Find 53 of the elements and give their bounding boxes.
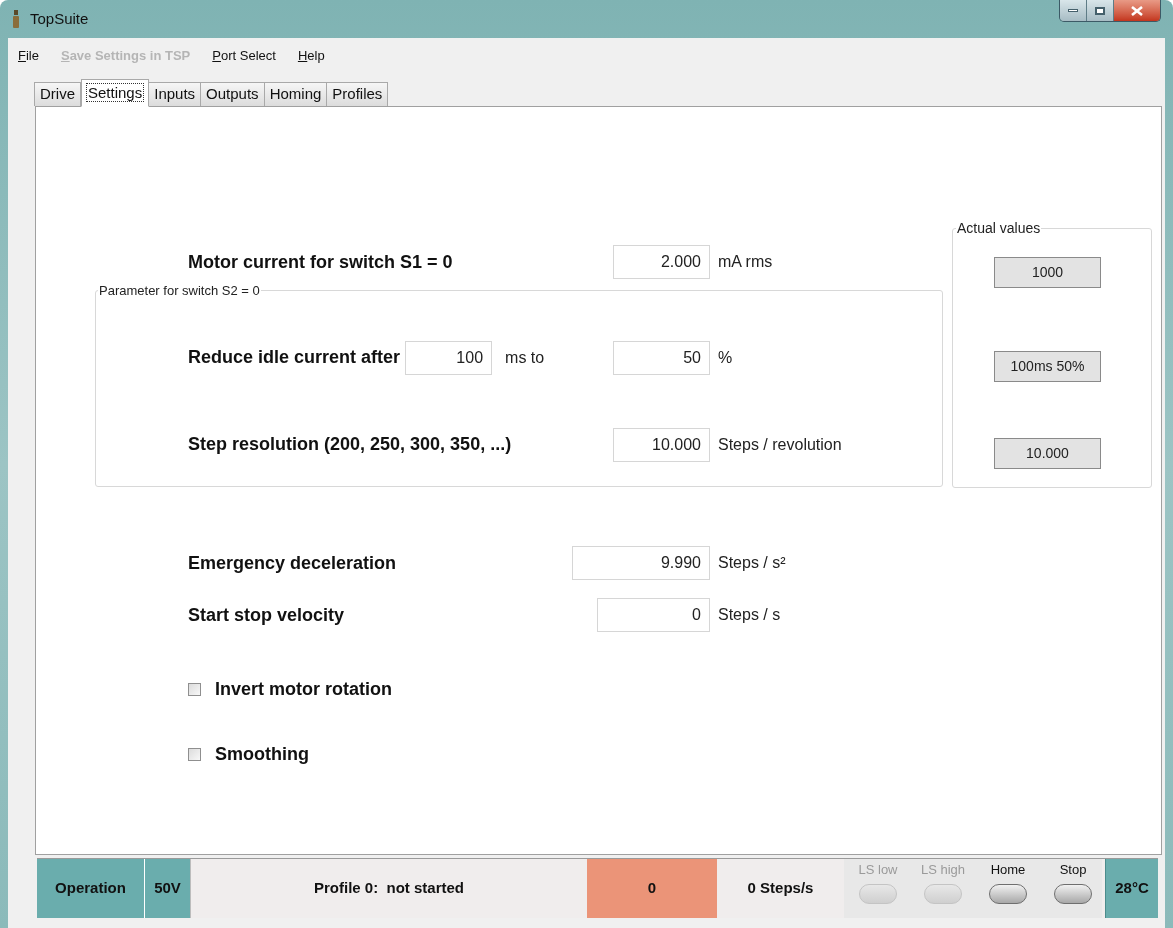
window-title: TopSuite [30, 8, 89, 29]
tab[interactable]: Outputs [200, 82, 265, 106]
value-field[interactable]: 9.990 [572, 546, 710, 580]
value-field[interactable]: 10.000 [613, 427, 710, 462]
tab[interactable]: Homing [263, 82, 328, 106]
unit-label: Steps / revolution [718, 434, 842, 455]
indicator-button[interactable] [1054, 883, 1092, 904]
setting-label: Start stop velocity [188, 603, 345, 627]
indicator-label: Stop [1059, 861, 1087, 879]
indicator-label: LS high [920, 861, 966, 879]
unit-label: Steps / s [718, 605, 781, 625]
value-field[interactable]: 0 [597, 598, 710, 632]
checkbox-label: Smoothing [215, 743, 309, 766]
checkbox[interactable] [188, 683, 201, 696]
close-button[interactable] [1114, 0, 1160, 21]
unit-label: % [718, 347, 733, 368]
unit-label: mA rms [718, 252, 773, 272]
app-icon [12, 10, 20, 28]
value-field[interactable]: 50 [613, 340, 710, 375]
menu-item[interactable]: Port Select [211, 46, 277, 66]
menu-item[interactable]: File [17, 46, 40, 66]
indicator-label: Home [990, 861, 1026, 879]
voltage-status: 50V [145, 859, 191, 918]
actual-value-display: 10.000 [994, 438, 1101, 469]
actual-value-display: 1000 [994, 257, 1101, 288]
value-field[interactable]: 2.000 [613, 245, 710, 279]
indicator-label: LS low [858, 861, 898, 879]
position-status: 0 [587, 859, 717, 918]
checkbox[interactable] [188, 748, 201, 761]
setting-label: Motor current for switch S1 = 0 [188, 250, 453, 274]
group-title: Parameter for switch S2 = 0 [98, 282, 261, 300]
indicator-button[interactable] [989, 883, 1027, 904]
maximize-button[interactable] [1087, 0, 1114, 21]
minimize-button[interactable] [1060, 0, 1087, 21]
tab[interactable]: Profiles [326, 82, 389, 106]
temperature-status: 28°C [1105, 859, 1158, 918]
actual-value-display: 100ms 50% [994, 351, 1101, 382]
setting-label: Reduce idle current after [188, 346, 401, 369]
checkbox-label: Invert motor rotation [215, 678, 392, 701]
unit-label: Steps / s² [718, 553, 786, 573]
value-field[interactable]: 100 [405, 340, 493, 375]
unit-label: ms to [505, 347, 545, 368]
tab[interactable]: Drive [34, 82, 81, 106]
velocity-status: 0 Steps/s [746, 878, 815, 899]
close-icon [1131, 5, 1143, 16]
group-title: Actual values [956, 219, 1042, 238]
menu-item[interactable]: Help [296, 46, 326, 66]
setting-label: Step resolution (200, 250, 300, 350, ...) [188, 433, 512, 456]
setting-label: Emergency deceleration [188, 551, 397, 575]
tab[interactable]: Settings [81, 79, 150, 107]
profile-status: Profile 0: not started [313, 878, 465, 899]
mode-status: Operation [37, 859, 145, 918]
tab[interactable]: Inputs [148, 82, 202, 106]
